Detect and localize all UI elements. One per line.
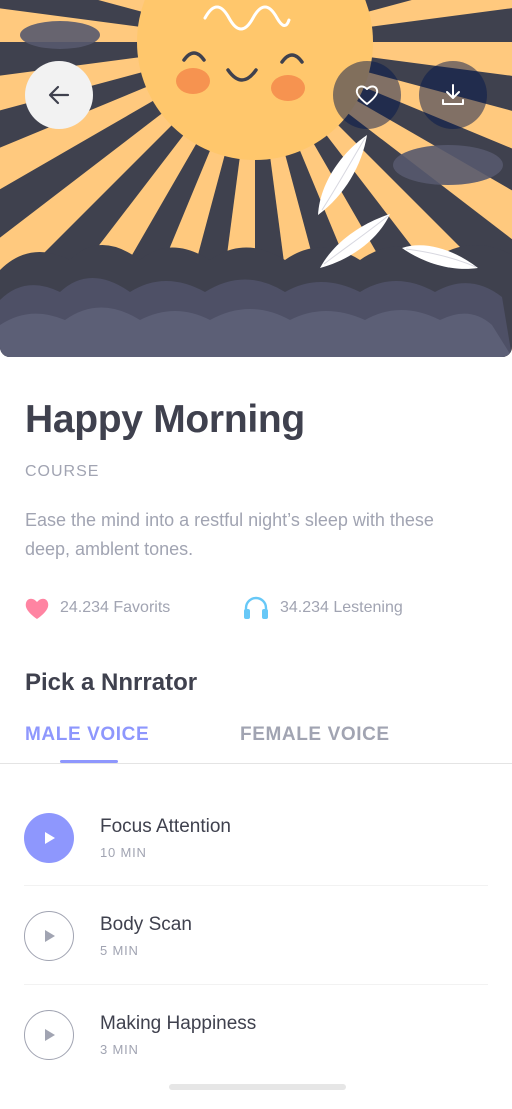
heart-outline-icon <box>355 85 379 105</box>
favorite-button[interactable] <box>333 61 401 129</box>
tab-female-voice[interactable]: FEMALE VOICE <box>240 724 390 746</box>
track-duration: 3 MIN <box>100 1041 139 1057</box>
narrator-heading: Pick a Nnrrator <box>25 669 198 696</box>
track-title: Body Scan <box>100 913 192 935</box>
track-duration: 10 MIN <box>100 844 147 860</box>
course-description: Ease the mind into a restful night’s sle… <box>25 510 434 559</box>
play-button[interactable] <box>24 812 74 863</box>
download-button[interactable] <box>419 61 487 129</box>
back-button[interactable] <box>25 61 93 129</box>
course-type-label: COURSE <box>25 463 100 480</box>
tab-male-voice[interactable]: MALE VOICE <box>25 724 149 746</box>
headphones-icon <box>242 596 270 620</box>
download-icon <box>442 84 464 105</box>
track-item[interactable]: Making Happiness 3 MIN <box>24 1009 488 1060</box>
track-duration: 5 MIN <box>100 942 139 958</box>
play-button[interactable] <box>24 910 74 961</box>
favorites-count: 24.234 Favorits <box>60 599 171 616</box>
heart-filled-icon <box>24 596 50 620</box>
arrow-left-icon <box>48 85 70 105</box>
track-title: Making Happiness <box>100 1012 257 1034</box>
tab-divider <box>0 763 512 764</box>
play-icon <box>45 1028 55 1041</box>
row-divider <box>24 885 488 886</box>
track-item[interactable]: Focus Attention 10 MIN <box>24 812 488 863</box>
hero-illustration <box>0 0 512 357</box>
play-button[interactable] <box>24 1009 74 1060</box>
home-indicator[interactable] <box>169 1084 346 1090</box>
play-icon <box>45 831 55 844</box>
course-title: Happy Morning <box>25 398 305 441</box>
row-divider <box>24 984 488 985</box>
track-item[interactable]: Body Scan 5 MIN <box>24 910 488 961</box>
track-title: Focus Attention <box>100 815 231 837</box>
listening-count: 34.234 Lestening <box>280 599 403 616</box>
favorites-stat: 24.234 Favorits <box>24 596 170 620</box>
listening-stat: 34.234 Lestening <box>242 596 403 620</box>
play-icon <box>45 929 55 942</box>
